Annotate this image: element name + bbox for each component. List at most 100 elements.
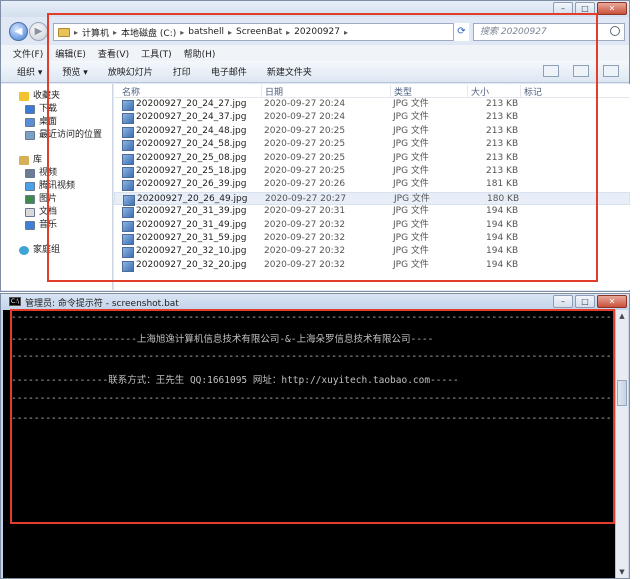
chevron-right-icon: ▸ xyxy=(227,27,232,37)
breadcrumb-item[interactable]: 20200927 xyxy=(294,27,340,37)
chevron-right-icon: ▸ xyxy=(180,27,185,37)
table-row[interactable]: 20200927_20_31_49.jpg 2020-09-27 20:32 JPG… xyxy=(114,219,630,232)
nav-favorites[interactable]: 收藏夹 xyxy=(1,90,112,103)
nav-item[interactable]: 最近访问的位置 xyxy=(1,129,112,142)
table-row[interactable]: 20200927_20_26_39.jpg 2020-09-27 20:26 JPG… xyxy=(114,178,630,192)
table-row[interactable]: 20200927_20_32_10.jpg 2020-09-27 20:32 JPG… xyxy=(114,245,630,259)
scroll-down-icon[interactable]: ▼ xyxy=(616,566,628,578)
table-row[interactable]: 20200927_20_24_58.jpg 2020-09-27 20:25 JPG… xyxy=(114,138,630,152)
file-name: 20200927_20_24_58.jpg xyxy=(122,138,246,152)
folder-icon xyxy=(25,221,35,230)
search-input[interactable]: 搜索 20200927 xyxy=(473,23,625,41)
help-button[interactable] xyxy=(603,65,619,77)
file-name: 20200927_20_24_48.jpg xyxy=(122,125,246,139)
file-date: 2020-09-27 20:31 xyxy=(264,206,346,217)
minimize-button[interactable]: – xyxy=(553,2,573,15)
nav-item[interactable]: 腾讯视频 xyxy=(1,180,112,193)
toolbar-button[interactable]: 放映幻灯片 xyxy=(108,65,153,78)
file-date: 2020-09-27 20:25 xyxy=(264,139,346,150)
file-type: JPG 文件 xyxy=(393,152,429,163)
column-tags[interactable]: 标记 xyxy=(520,85,542,98)
breadcrumb-item[interactable]: 计算机 xyxy=(82,26,109,39)
table-row[interactable]: 20200927_20_26_49.jpg 2020-09-27 20:27 JPG… xyxy=(114,191,630,207)
file-size: 213 KB xyxy=(486,165,519,176)
refresh-button[interactable]: ⟳ xyxy=(453,23,469,41)
menu-item[interactable]: 编辑(E) xyxy=(55,47,86,60)
nav-item[interactable]: 音乐 xyxy=(1,219,112,232)
forward-button[interactable]: ▶ xyxy=(29,22,48,41)
maximize-button[interactable]: □ xyxy=(575,2,595,15)
cmd-close-button[interactable]: ✕ xyxy=(597,295,627,308)
column-type[interactable]: 类型 xyxy=(390,85,412,98)
folder-icon xyxy=(25,105,35,114)
scroll-thumb[interactable] xyxy=(617,380,627,406)
column-headers: 名称 日期 类型 大小 标记 xyxy=(114,84,630,98)
cmd-minimize-button[interactable]: – xyxy=(553,295,573,308)
table-row[interactable]: 20200927_20_32_20.jpg 2020-09-27 20:32 JPG… xyxy=(114,259,630,273)
nav-library[interactable]: 库 xyxy=(1,154,112,167)
menu-item[interactable]: 查看(V) xyxy=(98,47,129,60)
table-row[interactable]: 20200927_20_25_08.jpg 2020-09-27 20:25 JPG… xyxy=(114,152,630,165)
file-size: 213 KB xyxy=(486,99,519,109)
nav-homegroup[interactable]: 家庭组 xyxy=(1,244,112,257)
nav-item-label: 下载 xyxy=(39,104,58,114)
toolbar-button[interactable]: 新建文件夹 xyxy=(267,65,312,78)
nav-homegroup-label: 家庭组 xyxy=(33,245,61,255)
nav-favorites-label: 收藏夹 xyxy=(33,91,61,101)
menu-item[interactable]: 文件(F) xyxy=(13,47,43,60)
nav-item-label: 视频 xyxy=(39,168,58,178)
chevron-right-icon: ▸ xyxy=(286,27,291,37)
table-row[interactable]: 20200927_20_24_48.jpg 2020-09-27 20:25 JPG… xyxy=(114,125,630,139)
cmd-maximize-button[interactable]: □ xyxy=(575,295,595,308)
table-row[interactable]: 20200927_20_25_18.jpg 2020-09-27 20:25 JPG… xyxy=(114,165,630,179)
menu-item[interactable]: 工具(T) xyxy=(141,47,172,60)
nav-item[interactable]: 桌面 xyxy=(1,116,112,129)
nav-item[interactable]: 视频 xyxy=(1,167,112,180)
console-output[interactable]: ----------------------------------------… xyxy=(3,310,616,578)
star-icon xyxy=(19,92,29,101)
file-date: 2020-09-27 20:32 xyxy=(264,246,346,257)
nav-item-label: 最近访问的位置 xyxy=(39,130,103,140)
nav-item[interactable]: 图片 xyxy=(1,193,112,206)
nav-item[interactable]: 文档 xyxy=(1,206,112,219)
file-date: 2020-09-27 20:32 xyxy=(264,232,346,243)
back-button[interactable]: ◀ xyxy=(9,22,28,41)
file-size: 194 KB xyxy=(486,246,519,257)
scroll-up-icon[interactable]: ▲ xyxy=(616,310,628,322)
column-name[interactable]: 名称 xyxy=(122,85,140,98)
table-row[interactable]: 20200927_20_24_37.jpg 2020-09-27 20:24 JPG… xyxy=(114,111,630,125)
close-button[interactable]: ✕ xyxy=(597,2,627,15)
nav-item[interactable]: 下载 xyxy=(1,103,112,116)
file-name: 20200927_20_32_20.jpg xyxy=(122,259,246,273)
breadcrumb-item[interactable]: ScreenBat xyxy=(236,27,282,37)
table-row[interactable]: 20200927_20_31_39.jpg 2020-09-27 20:31 JPG… xyxy=(114,205,630,219)
file-type: JPG 文件 xyxy=(393,259,429,270)
table-row[interactable]: 20200927_20_31_59.jpg 2020-09-27 20:32 JPG… xyxy=(114,232,630,246)
console-line: -----------------联系方式：王先生 QQ:1661095 网址：… xyxy=(11,375,459,386)
table-row[interactable]: 20200927_20_24_27.jpg 2020-09-27 20:24 JPG… xyxy=(114,98,630,112)
toolbar-button[interactable]: 组织 ▾ xyxy=(17,65,42,78)
menu-item[interactable]: 帮助(H) xyxy=(184,47,216,60)
toolbar-button[interactable]: 打印 xyxy=(173,65,191,78)
file-date: 2020-09-27 20:24 xyxy=(264,99,346,109)
file-date: 2020-09-27 20:26 xyxy=(264,179,346,190)
preview-pane-button[interactable] xyxy=(573,65,589,77)
file-date: 2020-09-27 20:25 xyxy=(264,125,346,136)
breadcrumb-item[interactable]: batshell xyxy=(188,27,224,37)
file-name: 20200927_20_31_49.jpg xyxy=(122,219,246,232)
change-view-button[interactable] xyxy=(543,65,559,77)
toolbar-button[interactable]: 电子邮件 xyxy=(211,65,247,78)
nav-library-label: 库 xyxy=(33,155,43,165)
console-line: ----------------------------------------… xyxy=(11,312,611,323)
console-line: ----------------------------------------… xyxy=(11,351,611,362)
file-rows: 20200927_20_24_27.jpg 2020-09-27 20:24 JPG… xyxy=(114,98,630,273)
file-type: JPG 文件 xyxy=(393,125,429,136)
console-line: ----------------------------------------… xyxy=(11,413,611,424)
breadcrumb-item[interactable]: 本地磁盘 (C:) xyxy=(121,26,176,39)
column-size[interactable]: 大小 xyxy=(467,85,489,98)
console-scrollbar[interactable]: ▲ ▼ xyxy=(615,310,628,578)
column-date[interactable]: 日期 xyxy=(261,85,283,98)
chevron-right-icon: ▸ xyxy=(113,27,118,37)
toolbar-button[interactable]: 预览 ▾ xyxy=(62,65,87,78)
address-bar[interactable]: ▸ 计算机 ▸ 本地磁盘 (C:) ▸ batshell ▸ ScreenBat ▸ 20200… xyxy=(53,23,469,41)
